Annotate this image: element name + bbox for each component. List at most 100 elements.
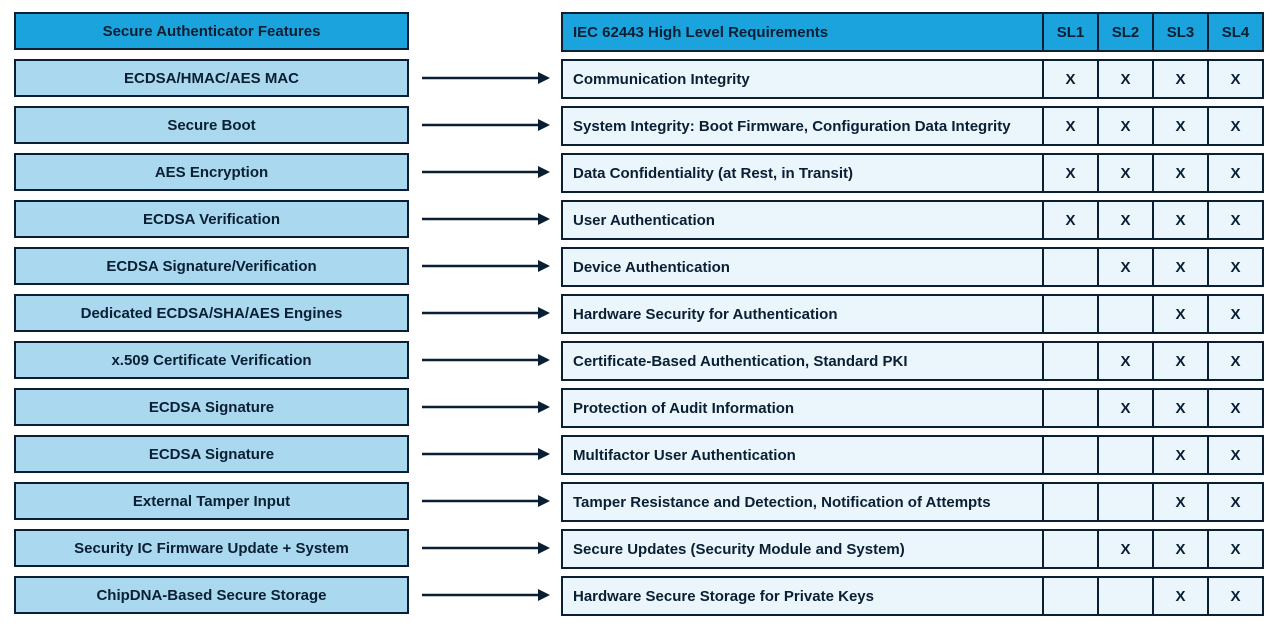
sl-cell: X [1153,295,1208,333]
sl-cell [1043,342,1098,380]
arrow-icon [420,541,550,555]
arrow-icon [420,400,550,414]
sl-cell: X [1208,389,1263,427]
requirement-cell: Hardware Secure Storage for Private Keys [562,577,1043,615]
sl-cell: X [1208,154,1263,192]
feature-cell: ChipDNA-Based Secure Storage [14,576,409,614]
arrow [409,576,561,614]
arrow-icon [420,71,550,85]
sl-cell [1098,295,1153,333]
row-gap [562,98,1263,107]
sl-cell [1043,248,1098,286]
arrow [409,294,561,332]
sl-cell: X [1153,483,1208,521]
arrow-icon [420,165,550,179]
table-row: Certificate-Based Authentication, Standa… [562,342,1263,380]
sl-cell [1043,577,1098,615]
sl-cell: X [1208,436,1263,474]
arrow [409,435,561,473]
arrow [409,247,561,285]
sl-cell: X [1153,530,1208,568]
row-gap [562,145,1263,154]
sl-cell: X [1153,154,1208,192]
feature-cell: ECDSA Verification [14,200,409,238]
diagram-wrap: Secure Authenticator Features ECDSA/HMAC… [14,12,1266,616]
requirements-table: IEC 62443 High Level Requirements SL1 SL… [561,12,1264,616]
sl-cell [1043,295,1098,333]
sl-cell: X [1098,248,1153,286]
sl-cell: X [1098,201,1153,239]
sl-cell: X [1098,107,1153,145]
sl-cell: X [1208,248,1263,286]
sl-cell: X [1098,342,1153,380]
requirement-cell: Hardware Security for Authentication [562,295,1043,333]
requirement-cell: Tamper Resistance and Detection, Notific… [562,483,1043,521]
table-row: Secure Updates (Security Module and Syst… [562,530,1263,568]
arrow-spacer [409,12,561,50]
row-gap [562,51,1263,60]
sl-cell: X [1043,201,1098,239]
feature-cell: ECDSA Signature [14,435,409,473]
feature-cell: Dedicated ECDSA/SHA/AES Engines [14,294,409,332]
arrow [409,341,561,379]
row-gap [562,521,1263,530]
sl-cell: X [1153,107,1208,145]
sl-cell: X [1208,342,1263,380]
sl-cell: X [1208,530,1263,568]
table-header-row: IEC 62443 High Level Requirements SL1 SL… [562,13,1263,51]
feature-cell: ECDSA Signature/Verification [14,247,409,285]
sl-cell: X [1208,60,1263,98]
table-row: Device AuthenticationXXX [562,248,1263,286]
sl-cell: X [1208,201,1263,239]
row-gap [562,474,1263,483]
arrow [409,529,561,567]
row-gap [562,427,1263,436]
arrow-icon [420,447,550,461]
table-row: Data Confidentiality (at Rest, in Transi… [562,154,1263,192]
arrow [409,59,561,97]
table-row: Hardware Security for AuthenticationXX [562,295,1263,333]
row-gap [562,333,1263,342]
sl-cell: X [1098,154,1153,192]
table-body: Communication IntegrityXXXXSystem Integr… [562,51,1263,615]
sl3-header: SL3 [1153,13,1208,51]
arrows-column [409,12,561,614]
arrow [409,200,561,238]
sl-cell: X [1153,389,1208,427]
sl-cell: X [1208,107,1263,145]
sl-cell: X [1043,107,1098,145]
requirement-cell: Multifactor User Authentication [562,436,1043,474]
features-header: Secure Authenticator Features [14,12,409,50]
row-gap [562,286,1263,295]
sl-cell [1043,389,1098,427]
sl4-header: SL4 [1208,13,1263,51]
sl-cell [1098,436,1153,474]
table-row: Communication IntegrityXXXX [562,60,1263,98]
requirements-header: IEC 62443 High Level Requirements [562,13,1043,51]
sl-cell: X [1043,60,1098,98]
sl-cell: X [1098,530,1153,568]
features-column: Secure Authenticator Features ECDSA/HMAC… [14,12,409,614]
sl-cell: X [1208,577,1263,615]
sl-cell [1043,530,1098,568]
sl2-header: SL2 [1098,13,1153,51]
feature-cell: External Tamper Input [14,482,409,520]
requirement-cell: Communication Integrity [562,60,1043,98]
table-row: Protection of Audit InformationXXX [562,389,1263,427]
arrow [409,106,561,144]
arrow [409,153,561,191]
arrow-icon [420,259,550,273]
arrow-icon [420,306,550,320]
table-row: Tamper Resistance and Detection, Notific… [562,483,1263,521]
feature-cell: AES Encryption [14,153,409,191]
arrow-icon [420,353,550,367]
requirement-cell: User Authentication [562,201,1043,239]
feature-cell: ECDSA/HMAC/AES MAC [14,59,409,97]
arrow [409,388,561,426]
arrow-icon [420,494,550,508]
row-gap [562,239,1263,248]
sl-cell: X [1153,577,1208,615]
sl-cell: X [1153,436,1208,474]
feature-cell: Secure Boot [14,106,409,144]
sl-cell [1098,577,1153,615]
